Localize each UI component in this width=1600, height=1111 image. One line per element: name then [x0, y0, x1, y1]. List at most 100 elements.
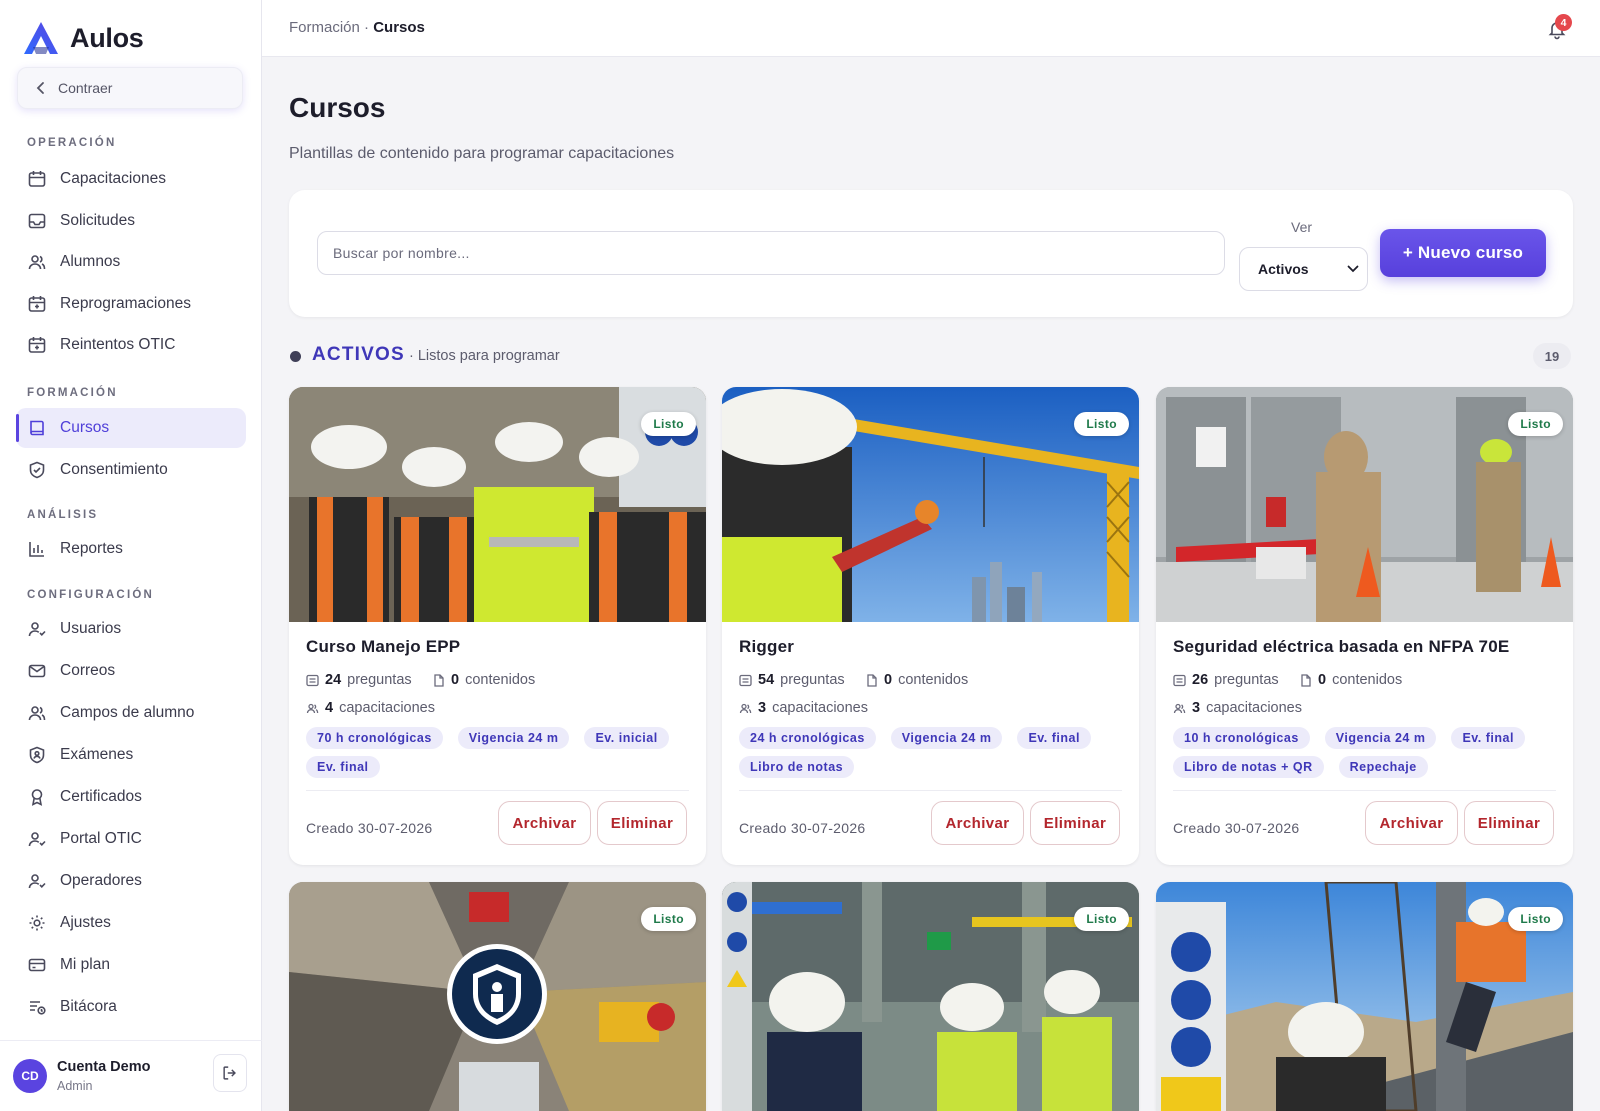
section-description: · Listos para programar [409, 348, 560, 364]
course-image: Listo [1156, 387, 1573, 622]
course-card[interactable]: Listo Rigger 54 preguntas 0 contenidos 3 ca… [722, 387, 1139, 865]
brand[interactable]: Aulos [22, 20, 144, 56]
sidebar-item-ajustes[interactable]: Ajustes [16, 903, 246, 943]
contents-label: contenidos [898, 672, 969, 688]
course-tag: 24 h cronológicas [739, 727, 876, 749]
course-image: Listo [289, 882, 706, 1111]
questions-count: 54 [758, 672, 775, 688]
sidebar-item-operadores[interactable]: Operadores [16, 861, 246, 901]
file-icon [1301, 673, 1311, 687]
course-tags: 10 h cronológicas Vigencia 24 m Ev. fina… [1173, 727, 1563, 778]
archive-button[interactable]: Archivar [1365, 801, 1458, 845]
credit-card-icon [28, 958, 46, 972]
course-tag: Vigencia 24 m [890, 727, 1003, 749]
sidebar-item-alumnos[interactable]: Alumnos [16, 242, 246, 282]
sidebar-item-mi-plan[interactable]: Mi plan [16, 945, 246, 985]
archive-button[interactable]: Archivar [931, 801, 1024, 845]
course-tag: Ev. final [1451, 727, 1525, 749]
collapse-label: Contraer [58, 80, 113, 96]
course-tag: 10 h cronológicas [1173, 727, 1310, 749]
course-title[interactable]: Rigger [739, 637, 794, 657]
section-title-formacion: FORMACIÓN [27, 387, 118, 399]
archive-button[interactable]: Archivar [498, 801, 591, 845]
course-tag: 70 h cronológicas [306, 727, 443, 749]
gear-icon [29, 915, 45, 931]
contents-label: contenidos [465, 672, 536, 688]
course-image: Listo [722, 882, 1139, 1111]
collapse-sidebar-button[interactable]: Contraer [17, 67, 243, 109]
bar-chart-icon [29, 542, 44, 557]
view-label: Ver [1291, 219, 1313, 235]
sidebar-item-reprogramaciones[interactable]: Reprogramaciones [16, 284, 246, 324]
sidebar-item-portal-otic[interactable]: Portal OTIC [16, 819, 246, 859]
breadcrumb: Formación · Cursos [289, 19, 425, 36]
course-title[interactable]: Curso Manejo EPP [306, 637, 460, 657]
sidebar-item-usuarios[interactable]: Usuarios [16, 609, 246, 649]
view-select[interactable]: Activos [1239, 247, 1368, 291]
calendar-plus-icon [28, 296, 46, 312]
logout-button[interactable] [213, 1054, 247, 1092]
sidebar-item-reintentos-otic[interactable]: Reintentos OTIC [16, 325, 246, 365]
users-icon [306, 703, 319, 713]
section-title-configuracion: CONFIGURACIÓN [27, 589, 154, 601]
divider [306, 790, 689, 791]
trainings-label: capacitaciones [339, 700, 435, 716]
avatar[interactable]: CD [13, 1059, 47, 1093]
contents-count: 0 [884, 672, 893, 688]
contents-count: 0 [1318, 672, 1327, 688]
sidebar-item-campos-de-alumno[interactable]: Campos de alumno [16, 693, 246, 733]
new-course-button[interactable]: + Nuevo curso [1380, 229, 1546, 277]
trainings-count: 3 [1192, 700, 1201, 716]
questions-stat: 26 preguntas [1173, 672, 1279, 688]
course-tag: Ev. inicial [584, 727, 669, 749]
delete-button[interactable]: Eliminar [597, 801, 687, 845]
sidebar-item-reportes[interactable]: Reportes [16, 529, 246, 569]
user-check-icon [28, 622, 46, 637]
course-card-body: Curso Manejo EPP 24 preguntas 0 contenidos… [289, 622, 706, 865]
trainings-stat: 3 capacitaciones [739, 700, 868, 716]
delete-button[interactable]: Eliminar [1464, 801, 1554, 845]
users-icon [739, 703, 752, 713]
sidebar-item-certificados[interactable]: Certificados [16, 777, 246, 817]
breadcrumb-current: Cursos [373, 19, 425, 36]
breadcrumb-parent[interactable]: Formación [289, 19, 360, 36]
sidebar-item-correos[interactable]: Correos [16, 651, 246, 691]
sidebar-item-label: Certificados [60, 788, 142, 805]
sidebar-item-cursos[interactable]: Cursos [16, 408, 246, 448]
list-icon [1173, 674, 1186, 686]
created-date: Creado 30-07-2026 [306, 820, 433, 836]
contents-stat: 0 contenidos [1299, 672, 1402, 688]
sidebar-item-examenes[interactable]: Exámenes [16, 735, 246, 775]
questions-count: 24 [325, 672, 342, 688]
sidebar-item-label: Correos [60, 662, 116, 679]
shield-user-icon [29, 746, 45, 764]
sidebar-item-label: Mi plan [60, 956, 110, 973]
sidebar-item-label: Reportes [60, 540, 123, 557]
created-date: Creado 30-07-2026 [739, 820, 866, 836]
course-card-body: Rigger 54 preguntas 0 contenidos 3 capacita… [722, 622, 1139, 865]
trainings-stat: 3 capacitaciones [1173, 700, 1302, 716]
delete-button[interactable]: Eliminar [1030, 801, 1120, 845]
file-icon [434, 673, 444, 687]
course-card[interactable]: Listo [722, 882, 1139, 1111]
course-card[interactable]: Listo Curso Manejo EPP 24 preguntas 0 cont… [289, 387, 706, 865]
course-card[interactable]: Listo [1156, 882, 1573, 1111]
section-name: ACTIVOS [312, 344, 405, 365]
sidebar-item-consentimiento[interactable]: Consentimiento [16, 450, 246, 490]
section-count-badge: 19 [1533, 343, 1571, 369]
sidebar-item-solicitudes[interactable]: Solicitudes [16, 201, 246, 241]
users-icon [28, 255, 46, 270]
status-badge: Listo [1508, 412, 1563, 436]
contents-label: contenidos [1332, 672, 1403, 688]
sidebar-item-bitacora[interactable]: Bitácora [16, 987, 246, 1027]
file-icon [867, 673, 877, 687]
topbar: Formación · Cursos 4 [262, 0, 1600, 57]
course-card[interactable]: Listo [289, 882, 706, 1111]
course-title[interactable]: Seguridad eléctrica basada en NFPA 70E [1173, 637, 1509, 657]
sidebar-item-label: Reprogramaciones [60, 295, 191, 312]
search-input[interactable] [317, 231, 1225, 275]
course-card[interactable]: Listo Seguridad eléctrica basada en NFPA… [1156, 387, 1573, 865]
created-date: Creado 30-07-2026 [1173, 820, 1300, 836]
course-tag: Vigencia 24 m [1324, 727, 1437, 749]
sidebar-item-capacitaciones[interactable]: Capacitaciones [16, 159, 246, 199]
